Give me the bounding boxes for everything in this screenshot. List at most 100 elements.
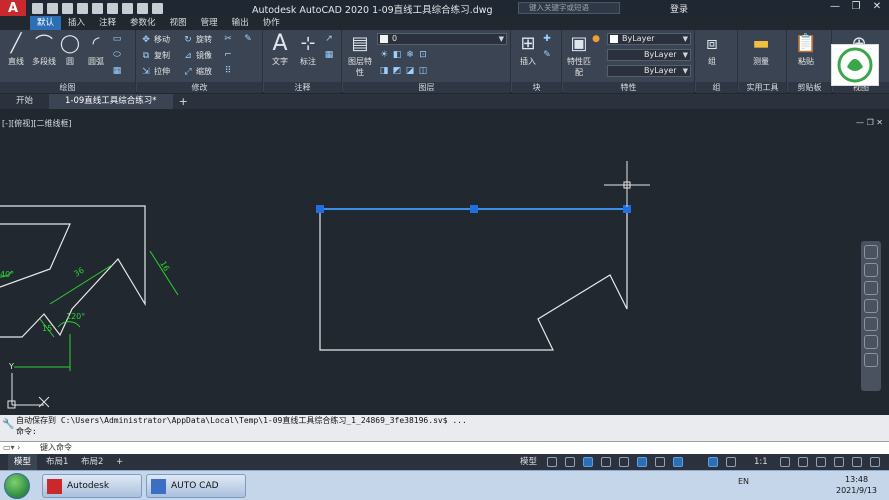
- tab-manage[interactable]: 管理: [194, 16, 225, 30]
- groups-panel-label[interactable]: 组: [696, 82, 737, 93]
- color-dropdown[interactable]: ByLayer ▼: [607, 33, 691, 45]
- text-tool-button[interactable]: A 文字: [266, 31, 294, 67]
- erase-button[interactable]: ✎: [243, 34, 253, 44]
- new-layout-icon[interactable]: +: [110, 454, 129, 470]
- taskbar-autocad[interactable]: Autodesk AutoC...: [42, 474, 142, 498]
- snap-icon[interactable]: [565, 457, 575, 467]
- customize-icon[interactable]: [870, 457, 880, 467]
- pan-icon[interactable]: [864, 263, 878, 277]
- ortho-icon[interactable]: [583, 457, 593, 467]
- copy-button[interactable]: ⧉ 复制: [141, 50, 170, 61]
- create-block-button[interactable]: ✚: [542, 34, 552, 44]
- zoom-extents-icon[interactable]: [864, 335, 878, 349]
- steering-wheel-icon[interactable]: [864, 245, 878, 259]
- utilities-panel-label[interactable]: 实用工具: [739, 82, 786, 93]
- tab-model[interactable]: 模型: [8, 454, 38, 470]
- tab-current-drawing[interactable]: 1-09直线工具综合练习*: [49, 94, 173, 109]
- draw-panel-label[interactable]: 绘图: [0, 82, 135, 93]
- layer-tools-row-1[interactable]: ☀ ◧ ❄ ⊡: [379, 50, 428, 60]
- showmotion-icon[interactable]: [864, 317, 878, 331]
- modify-panel-label[interactable]: 修改: [137, 82, 262, 93]
- layer-dropdown[interactable]: 0 ▼: [377, 33, 507, 45]
- scale-button[interactable]: ⤢ 缩放: [183, 66, 212, 77]
- login-button[interactable]: 登录: [670, 2, 688, 15]
- restore-icon[interactable]: ❐: [848, 1, 864, 15]
- hardware-accel-icon[interactable]: [834, 457, 844, 467]
- zoom-icon[interactable]: [864, 281, 878, 295]
- hatch-tool-button[interactable]: ▦: [112, 66, 122, 76]
- close-icon[interactable]: ✕: [869, 1, 885, 15]
- isolate-icon[interactable]: [816, 457, 826, 467]
- web-icon[interactable]: [92, 2, 103, 14]
- command-input[interactable]: ▭▾ › 键入命令: [0, 441, 889, 454]
- navigation-bar[interactable]: [861, 241, 881, 391]
- drawing-canvas[interactable]: [-][俯视][二维线框] — ❐ ✕ 36 15 16 120° 40° Y: [0, 109, 889, 415]
- model-space-button[interactable]: 模型: [514, 454, 543, 470]
- tab-view[interactable]: 视图: [163, 16, 194, 30]
- layer-properties-button[interactable]: ▤ 图层特性: [345, 32, 375, 78]
- move-button[interactable]: ✥ 移动: [141, 34, 170, 45]
- new-tab-icon[interactable]: +: [173, 95, 194, 108]
- isodraft-icon[interactable]: [619, 457, 629, 467]
- plus-icon[interactable]: [798, 457, 808, 467]
- grid-icon[interactable]: [547, 457, 557, 467]
- start-button[interactable]: [4, 473, 30, 499]
- clean-screen-icon[interactable]: [852, 457, 862, 467]
- redo-icon[interactable]: [137, 2, 148, 14]
- clipboard-panel-label[interactable]: 剪贴板: [788, 82, 831, 93]
- rectangle-tool-button[interactable]: ▭: [112, 34, 122, 44]
- lineweight-dropdown[interactable]: ByLayer ▼: [607, 65, 691, 77]
- properties-panel-label[interactable]: 特性: [563, 82, 694, 93]
- taskbar-document[interactable]: AUTO CAD 202...: [146, 474, 246, 498]
- clock[interactable]: 13:48 2021/9/13: [836, 474, 877, 496]
- line-tool-button[interactable]: ╱ 直线: [2, 32, 30, 67]
- tab-parametric[interactable]: 参数化: [123, 16, 163, 30]
- wrench-icon[interactable]: 🔧: [2, 419, 14, 430]
- trim-button[interactable]: ✂: [223, 34, 233, 44]
- new-icon[interactable]: [32, 2, 43, 14]
- osnap-icon[interactable]: [655, 457, 665, 467]
- edit-block-button[interactable]: ✎: [542, 50, 552, 60]
- grip-start[interactable]: [316, 205, 324, 213]
- ellipse-tool-button[interactable]: ⬭: [112, 50, 122, 60]
- system-tray[interactable]: EN: [738, 477, 749, 486]
- undo-icon[interactable]: [122, 2, 133, 14]
- command-icons[interactable]: ▭▾ ›: [3, 442, 20, 454]
- tab-collaborate[interactable]: 协作: [256, 16, 287, 30]
- block-panel-label[interactable]: 块: [512, 82, 561, 93]
- save-as-icon[interactable]: [77, 2, 88, 14]
- orbit-icon[interactable]: [864, 299, 878, 313]
- fillet-button[interactable]: ⌐: [223, 50, 233, 60]
- search-input[interactable]: 键入关键字或短语: [518, 2, 620, 14]
- open-icon[interactable]: [47, 2, 58, 14]
- table-button[interactable]: ▦: [324, 50, 334, 60]
- dimension-tool-button[interactable]: ⊹ 标注: [294, 32, 322, 67]
- circle-tool-button[interactable]: ◯ 圆: [56, 32, 84, 67]
- tab-output[interactable]: 输出: [225, 16, 256, 30]
- autoscale-icon[interactable]: [726, 457, 736, 467]
- stretch-button[interactable]: ⇲ 拉伸: [141, 66, 170, 77]
- array-button[interactable]: ⠿: [223, 66, 233, 76]
- tab-annotate[interactable]: 注释: [92, 16, 123, 30]
- minimize-icon[interactable]: —: [827, 1, 843, 15]
- share-icon[interactable]: [152, 2, 163, 14]
- match-properties-button[interactable]: ▣ 特性匹配: [565, 32, 593, 78]
- save-icon[interactable]: [62, 2, 73, 14]
- annotation-visibility-icon[interactable]: [708, 457, 718, 467]
- lineweight-icon[interactable]: [673, 457, 683, 467]
- autocad-logo-button[interactable]: A: [0, 0, 26, 16]
- annotation-panel-label[interactable]: 注释: [264, 82, 341, 93]
- layers-panel-label[interactable]: 图层: [343, 82, 510, 93]
- annotation-scale[interactable]: 1:1: [748, 454, 774, 470]
- workspace-gear-icon[interactable]: [780, 457, 790, 467]
- paste-button[interactable]: 📋 粘贴: [792, 32, 820, 67]
- tab-start[interactable]: 开始: [0, 94, 49, 109]
- measure-button[interactable]: ▬ 测量: [747, 32, 775, 67]
- mirror-button[interactable]: ⊿ 镜像: [183, 50, 212, 61]
- tab-default[interactable]: 默认: [30, 16, 62, 30]
- linetype-dropdown[interactable]: ByLayer ▼: [607, 49, 691, 61]
- rotate-button[interactable]: ↻ 旋转: [183, 34, 212, 45]
- polar-icon[interactable]: [601, 457, 611, 467]
- osnap-tracking-icon[interactable]: [637, 457, 647, 467]
- leader-button[interactable]: ↗: [324, 34, 334, 44]
